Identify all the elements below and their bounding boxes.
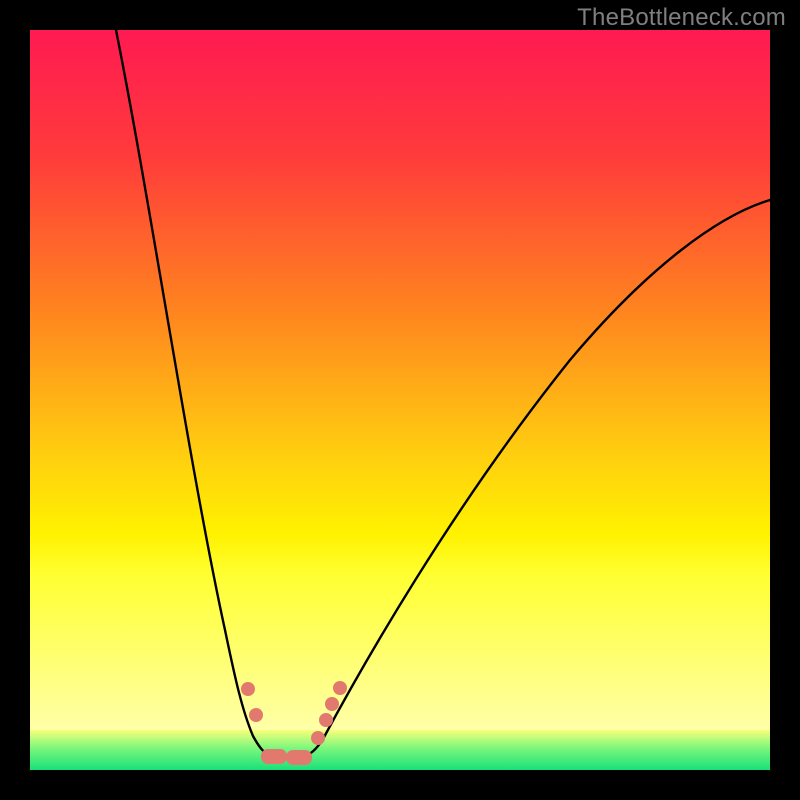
gradient-backdrop [30,30,770,730]
chart-outer-frame: TheBottleneck.com [0,0,800,800]
data-marker [333,681,347,695]
bottleneck-chart [30,30,770,770]
data-marker [311,731,325,745]
data-marker [319,713,333,727]
data-marker [241,682,255,696]
data-marker [286,750,312,765]
data-marker [249,708,263,722]
data-marker [325,697,339,711]
data-marker [261,749,287,764]
watermark-text: TheBottleneck.com [577,4,786,32]
green-optimal-band [30,730,770,770]
